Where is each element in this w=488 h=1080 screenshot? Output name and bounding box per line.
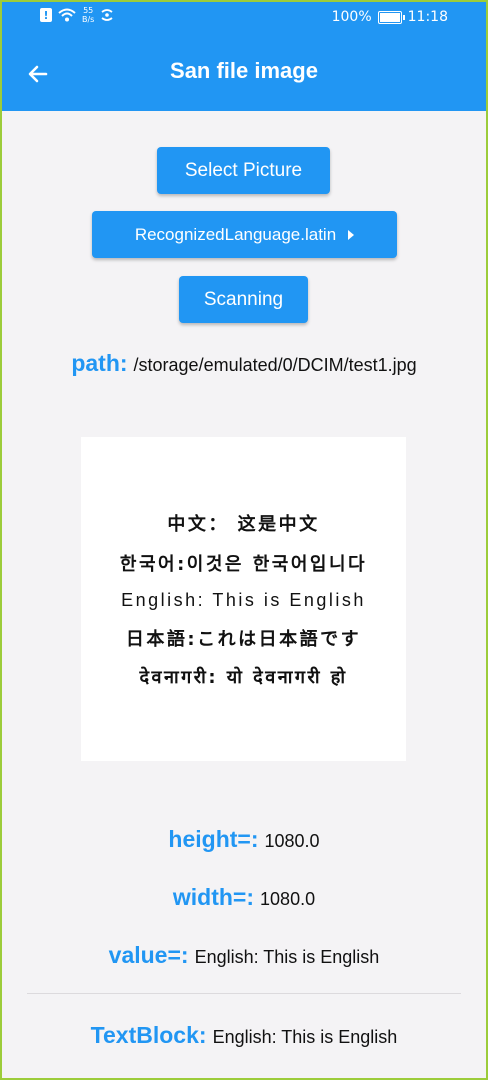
network-speed-unit: B/s (82, 15, 95, 24)
height-value: 1080.0 (264, 831, 320, 851)
notification-alert-icon: ! (40, 8, 52, 22)
network-speed-value: 55 (83, 6, 94, 15)
language-dropdown-button[interactable]: RecognizedLanguage.latin (92, 211, 397, 258)
sync-icon (101, 9, 113, 21)
value-value: English: This is English (194, 947, 380, 967)
network-speed: 55 B/s (82, 6, 94, 24)
page-title: San file image (170, 58, 318, 83)
image-text-line-japanese: 日本語:これは日本語です (125, 628, 362, 650)
image-text-line-devanagari: देवनागरी: यो देवनागरी हो (139, 666, 348, 688)
path-label: path: (71, 350, 128, 376)
divider (27, 993, 461, 994)
scanning-label: Scanning (203, 288, 284, 310)
textblock-label: TextBlock: (90, 1022, 207, 1048)
image-text-line-korean: 한국어:이것은 한국어입니다 (119, 553, 368, 575)
image-text-line-english: English: This is English (121, 589, 366, 610)
height-row: height=: 1080.0 (0, 826, 488, 853)
width-row: width=: 1080.0 (0, 884, 488, 911)
clock: 11:18 (407, 9, 448, 25)
caret-right-icon (348, 229, 355, 240)
status-left: ! 55 B/s (40, 6, 114, 24)
language-dropdown-label: RecognizedLanguage.latin (134, 224, 337, 244)
select-picture-button[interactable]: Select Picture (157, 147, 330, 194)
image-text-line-chinese: 中文： 这是中文 (167, 513, 320, 535)
width-value: 1080.0 (260, 889, 316, 909)
app-bar: ! 55 B/s 100% 11:18 San file image (0, 0, 488, 111)
height-label: height=: (168, 826, 259, 852)
selected-image-preview: 中文： 这是中文 한국어:이것은 한국어입니다 English: This is… (81, 437, 406, 761)
width-label: width=: (172, 884, 255, 910)
battery-icon (377, 10, 405, 24)
textblock-row: TextBlock: English: This is English (0, 1022, 488, 1049)
textblock-value: English: This is English (212, 1027, 398, 1047)
status-right: 100% 11:18 (332, 9, 448, 25)
value-row: value=: English: This is English (0, 942, 488, 969)
status-bar: ! 55 B/s 100% 11:18 (0, 0, 488, 36)
value-label: value=: (108, 942, 189, 968)
scanning-button[interactable]: Scanning (179, 276, 308, 323)
select-picture-label: Select Picture (184, 159, 303, 181)
battery-percent: 100% (331, 9, 372, 25)
wifi-icon (58, 8, 76, 22)
path-row: path: /storage/emulated/0/DCIM/test1.jpg (0, 350, 488, 377)
path-value: /storage/emulated/0/DCIM/test1.jpg (133, 355, 417, 375)
